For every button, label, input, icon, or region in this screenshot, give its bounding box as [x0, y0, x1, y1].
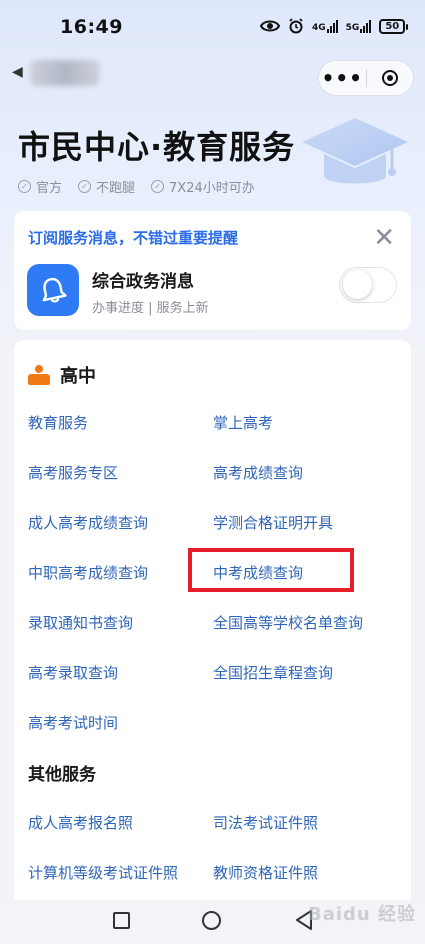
- service-link[interactable]: 司法考试证件照: [213, 812, 318, 833]
- back-button[interactable]: ◀: [12, 64, 23, 80]
- check-circle-icon: ✓: [18, 180, 31, 193]
- section-label: 高中: [60, 366, 96, 387]
- header-tags: ✓ 官方 ✓ 不跑腿 ✓ 7X24小时可办: [18, 177, 255, 196]
- status-time: 16:49: [60, 16, 123, 38]
- service-link[interactable]: 成人高考成绩查询: [28, 512, 148, 533]
- battery-icon: 50: [379, 18, 409, 34]
- home-icon[interactable]: [202, 911, 221, 930]
- service-link[interactable]: 高考服务专区: [28, 462, 118, 483]
- network-type-1: 4G: [312, 22, 326, 33]
- service-link[interactable]: 计算机等级考试证件照: [28, 862, 178, 883]
- service-link[interactable]: 高考录取查询: [28, 662, 118, 683]
- alarm-icon: [289, 18, 303, 34]
- service-link[interactable]: 全国招生章程查询: [213, 662, 333, 683]
- service-link[interactable]: 高考考试时间: [28, 712, 118, 733]
- signal-1-icon: 4G: [312, 19, 338, 33]
- service-link[interactable]: 掌上高考: [213, 412, 273, 433]
- tag-24h: ✓ 7X24小时可办: [151, 177, 255, 196]
- more-dots-icon[interactable]: •••: [319, 61, 366, 95]
- service-link[interactable]: 中职高考成绩查询: [28, 562, 148, 583]
- service-link[interactable]: 学测合格证明开具: [213, 512, 333, 533]
- watermark-text: Baidu 经验: [308, 904, 417, 925]
- subscribe-desc: 办事进度 | 服务上新: [92, 301, 209, 316]
- eye-icon: [260, 20, 280, 32]
- red-highlight-box: [188, 548, 354, 592]
- service-link[interactable]: 成人高考报名照: [28, 812, 133, 833]
- check-circle-icon: ✓: [151, 180, 165, 193]
- service-link[interactable]: 高考成绩查询: [213, 462, 303, 483]
- service-link[interactable]: 录取通知书查询: [28, 612, 133, 633]
- other-services-label: 其他服务: [28, 765, 96, 785]
- blurred-app-title: [30, 60, 100, 86]
- check-circle-icon: ✓: [78, 180, 92, 193]
- recent-apps-icon[interactable]: [113, 912, 130, 929]
- page-title: 市民中心·教育服务: [18, 128, 296, 166]
- service-link[interactable]: 全国高等学校名单查询: [213, 612, 363, 633]
- service-link[interactable]: 教育服务: [28, 412, 88, 433]
- service-link[interactable]: 教师资格证件照: [213, 862, 318, 883]
- services-card: 高中 教育服务 掌上高考 高考服务专区 高考成绩查询 成人高考成绩查询 学测合格…: [14, 340, 411, 900]
- subscribe-card: 订阅服务消息，不错过重要提醒 ✕ 综合政务消息 办事进度 | 服务上新: [14, 211, 411, 330]
- section-header: 高中: [28, 362, 96, 388]
- subscribe-toggle[interactable]: [339, 267, 397, 303]
- tag-official: ✓ 官方: [18, 177, 62, 196]
- target-icon[interactable]: [381, 70, 398, 86]
- student-icon: [28, 365, 50, 385]
- status-icons: 4G 5G 50: [260, 18, 409, 34]
- chevron-left-icon[interactable]: ◀: [12, 64, 23, 80]
- close-icon[interactable]: ✕: [373, 225, 395, 251]
- close-mini-program-button[interactable]: [366, 70, 413, 86]
- mini-program-capsule: •••: [318, 60, 414, 96]
- bell-icon: [27, 264, 79, 316]
- subscribe-prompt: 订阅服务消息，不错过重要提醒: [28, 229, 239, 247]
- graduation-cap-icon: [302, 118, 408, 184]
- battery-level: 50: [385, 20, 400, 32]
- signal-2-icon: 5G: [345, 19, 372, 33]
- subscribe-name: 综合政务消息: [92, 272, 194, 292]
- tag-no-trip: ✓ 不跑腿: [78, 177, 135, 196]
- network-type-2: 5G: [345, 22, 360, 33]
